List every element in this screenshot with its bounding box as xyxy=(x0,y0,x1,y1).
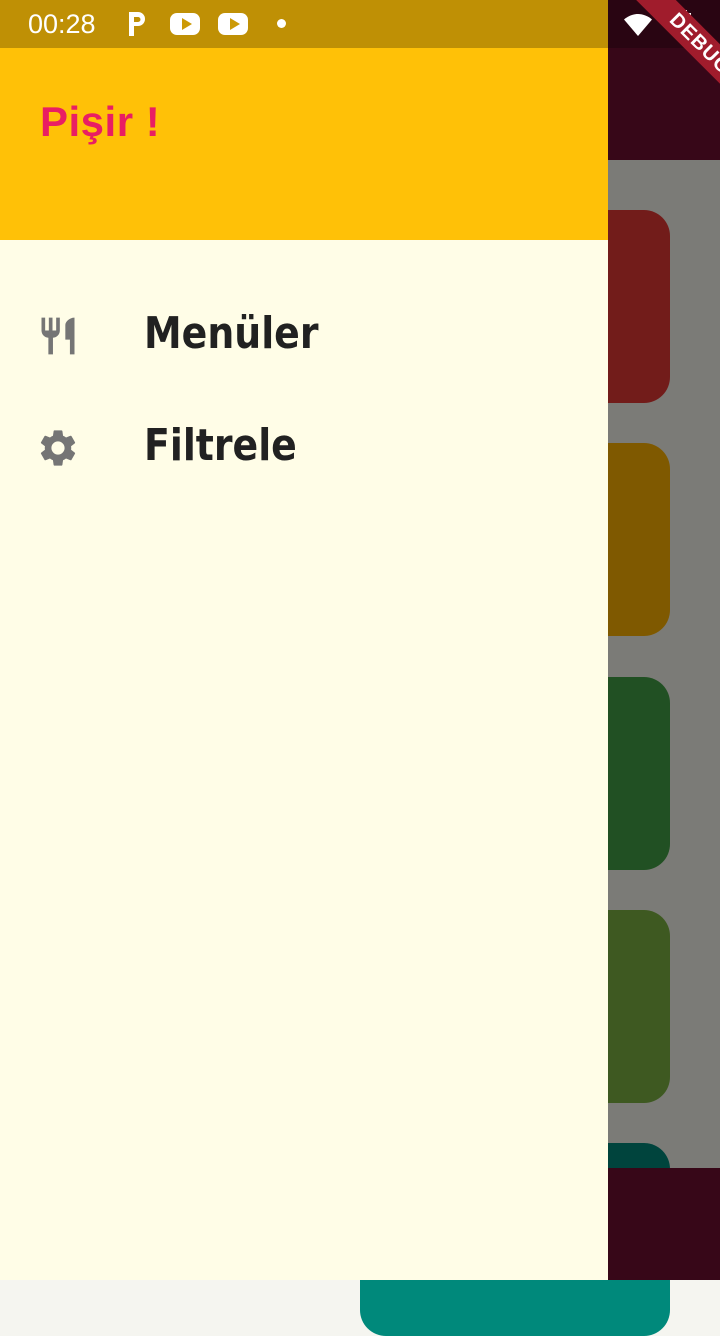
menu-item-filters[interactable]: Filtrele xyxy=(0,400,608,496)
youtube-notification-icon xyxy=(218,13,248,35)
drawer-title: Pişir ! xyxy=(40,98,161,145)
menu-item-label: Menüler xyxy=(144,308,319,359)
youtube-notification-icon xyxy=(170,13,200,35)
navigation-drawer: Pişir ! Menüler Filtrele xyxy=(0,0,608,1280)
settings-icon xyxy=(40,430,76,466)
more-notifications-icon xyxy=(277,19,286,28)
restaurant-icon xyxy=(41,317,75,355)
debug-banner: DEBUG xyxy=(600,0,720,120)
debug-banner-label: DEBUG xyxy=(626,0,720,118)
status-time: 00:28 xyxy=(28,9,96,39)
parking-app-icon xyxy=(129,12,145,36)
menu-item-menus[interactable]: Menüler xyxy=(0,288,608,384)
menu-item-label: Filtrele xyxy=(144,420,297,471)
